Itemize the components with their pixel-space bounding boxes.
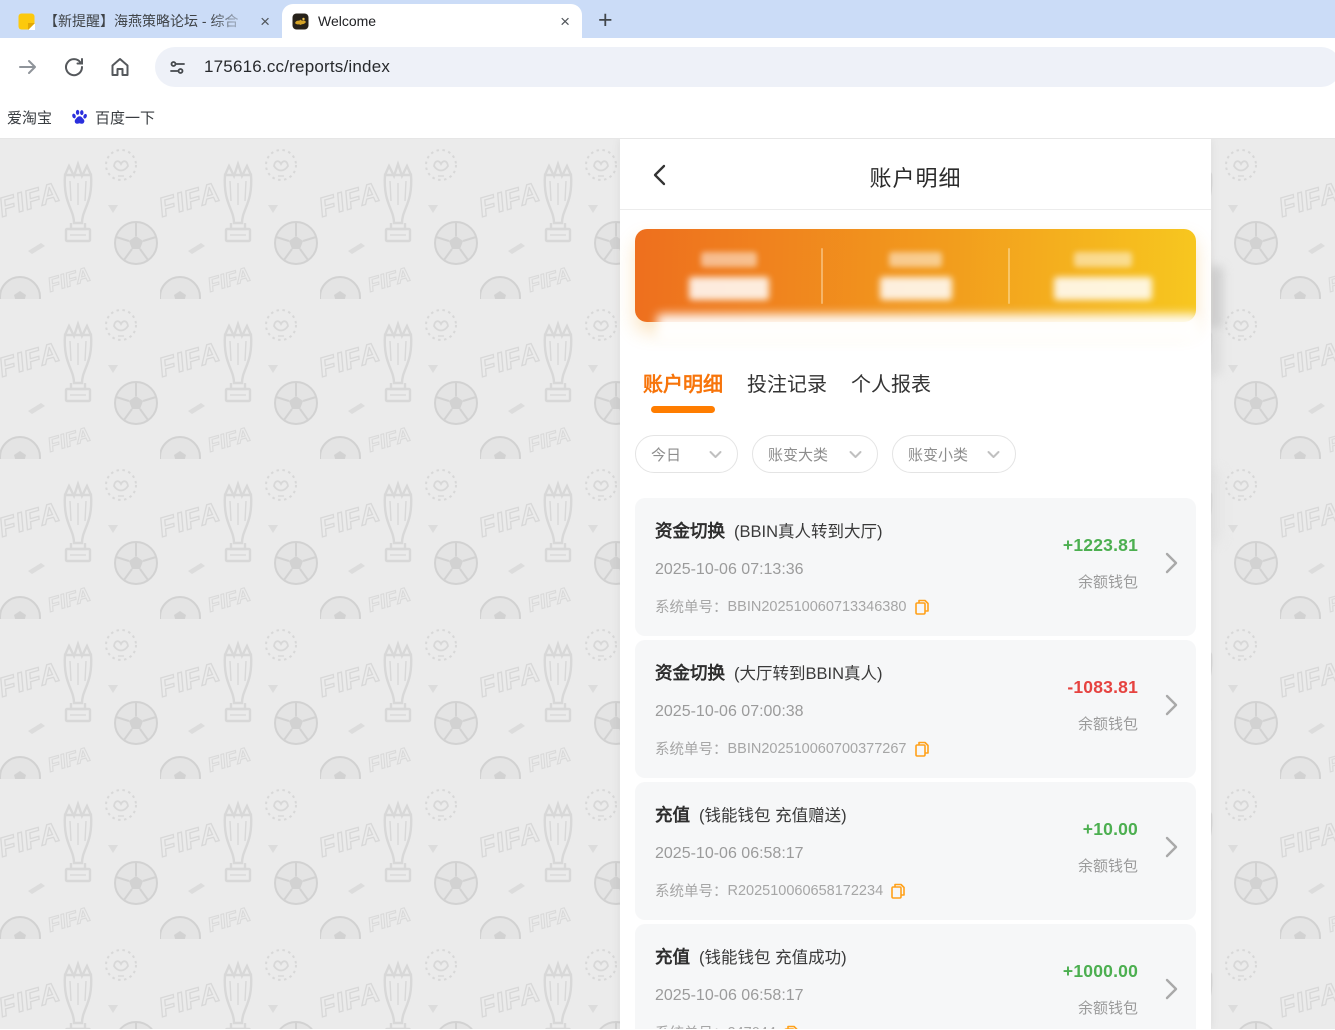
forward-arrow-icon[interactable]	[17, 56, 39, 78]
record-row[interactable]: 资金切换 (BBIN真人转到大厅) 2025-10-06 07:13:36 系统…	[635, 498, 1196, 636]
masked-label	[889, 252, 942, 267]
bookmarks-bar: 爱淘宝 百度一下	[0, 96, 1335, 139]
record-subtitle: (大厅转到BBIN真人)	[734, 660, 883, 684]
record-row[interactable]: 资金切换 (大厅转到BBIN真人) 2025-10-06 07:00:38 系统…	[635, 640, 1196, 778]
masked-stat-column	[635, 229, 822, 322]
record-order-label: 系统单号：	[655, 880, 728, 901]
copy-icon[interactable]	[784, 1025, 798, 1030]
blur-artifact	[657, 314, 1200, 342]
record-datetime: 2025-10-06 06:58:17	[655, 845, 1078, 863]
record-order-number: R202510060658172234	[728, 883, 884, 899]
record-datetime: 2025-10-06 07:13:36	[655, 561, 1063, 579]
record-subtitle: (钱能钱包 充值成功)	[699, 944, 847, 968]
record-type: 资金切换	[655, 518, 725, 543]
tab-strip: 【新提醒】海燕策略论坛 - 综合 × Welcome × +	[0, 0, 1335, 38]
tab-account-detail[interactable]: 账户明细	[643, 368, 723, 413]
filter-minor-type-dropdown[interactable]: 账变小类	[892, 435, 1016, 473]
record-datetime: 2025-10-06 07:00:38	[655, 703, 1067, 721]
record-wallet: 余额钱包	[1063, 571, 1138, 592]
record-type: 充值	[655, 944, 690, 969]
record-order-number: BBIN202510060700377267	[728, 741, 907, 757]
bookmark-label: 百度一下	[95, 107, 155, 128]
page-viewport: FIFA FIFA	[0, 139, 1335, 1029]
chevron-down-icon	[987, 450, 1000, 459]
record-subtitle: (BBIN真人转到大厅)	[734, 518, 883, 542]
record-wallet: 余额钱包	[1063, 997, 1138, 1018]
record-type: 资金切换	[655, 660, 725, 685]
chevron-down-icon	[849, 450, 862, 459]
tab-personal-report[interactable]: 个人报表	[851, 368, 931, 413]
record-list: 资金切换 (BBIN真人转到大厅) 2025-10-06 07:13:36 系统…	[635, 498, 1196, 1029]
record-row[interactable]: 充值 (钱能钱包 充值成功) 2025-10-06 06:58:17 系统单号：…	[635, 924, 1196, 1029]
filter-row: 今日 账变大类 账变小类	[620, 435, 1211, 473]
gold-emblem-icon	[292, 13, 309, 30]
record-amount: +10.00	[1078, 819, 1138, 840]
page-header: 账户明细	[620, 139, 1211, 210]
masked-value	[689, 277, 769, 300]
masked-label	[1074, 252, 1132, 267]
home-icon[interactable]	[109, 56, 131, 78]
record-type: 充值	[655, 802, 690, 827]
record-order-number: 247044	[728, 1025, 776, 1030]
address-bar[interactable]: 175616.cc/reports/index	[155, 47, 1335, 87]
bookmark-aitaobao[interactable]: 爱淘宝	[2, 107, 57, 128]
chevron-right-icon	[1165, 978, 1178, 1000]
record-wallet: 余额钱包	[1067, 713, 1138, 734]
page-title: 账户明细	[620, 161, 1211, 193]
new-tab-button[interactable]: +	[598, 8, 613, 33]
bookmark-baidu[interactable]: 百度一下	[66, 107, 160, 128]
record-wallet: 余额钱包	[1078, 855, 1138, 876]
record-order-label: 系统单号：	[655, 596, 728, 617]
masked-stat-column	[822, 229, 1009, 322]
url-text[interactable]: 175616.cc/reports/index	[204, 57, 390, 77]
filter-date-dropdown[interactable]: 今日	[635, 435, 738, 473]
tab-bet-records[interactable]: 投注记录	[747, 368, 827, 413]
masked-label	[701, 252, 757, 267]
tab-title: 【新提醒】海燕策略论坛 - 综合	[44, 11, 249, 31]
chevron-right-icon	[1165, 694, 1178, 716]
masked-value	[880, 277, 952, 300]
record-order-number: BBIN202510060713346380	[728, 599, 907, 615]
record-amount: -1083.81	[1067, 677, 1138, 698]
chevron-down-icon	[709, 450, 722, 459]
tab-title: Welcome	[318, 13, 549, 29]
chevron-right-icon	[1165, 552, 1178, 574]
balance-summary-card	[635, 229, 1196, 322]
reload-icon[interactable]	[63, 56, 85, 78]
close-icon[interactable]: ×	[558, 13, 572, 30]
close-icon[interactable]: ×	[258, 13, 272, 30]
browser-tab-forum[interactable]: 【新提醒】海燕策略论坛 - 综合 ×	[8, 4, 282, 38]
record-datetime: 2025-10-06 06:58:17	[655, 987, 1063, 1005]
filter-major-type-dropdown[interactable]: 账变大类	[752, 435, 878, 473]
masked-value	[1054, 277, 1152, 300]
browser-toolbar: 175616.cc/reports/index	[0, 38, 1335, 96]
blur-artifact	[1209, 266, 1223, 330]
bookmark-label: 爱淘宝	[7, 107, 52, 128]
record-amount: +1223.81	[1063, 535, 1138, 556]
section-tabs: 账户明细 投注记录 个人报表	[620, 368, 1211, 413]
copy-icon[interactable]	[891, 883, 905, 899]
site-settings-icon[interactable]	[168, 58, 187, 77]
record-order-label: 系统单号：	[655, 1022, 728, 1029]
record-amount: +1000.00	[1063, 961, 1138, 982]
masked-stat-column	[1009, 229, 1196, 322]
browser-tab-welcome[interactable]: Welcome ×	[282, 4, 582, 38]
record-row[interactable]: 充值 (钱能钱包 充值赠送) 2025-10-06 06:58:17 系统单号：…	[635, 782, 1196, 920]
copy-icon[interactable]	[915, 741, 929, 757]
yellow-note-icon	[18, 13, 35, 30]
account-detail-panel: 账户明细 账户明细 投注记录 个人报表 今日	[620, 139, 1211, 1029]
copy-icon[interactable]	[915, 599, 929, 615]
baidu-paw-icon	[71, 109, 88, 126]
chevron-right-icon	[1165, 836, 1178, 858]
record-order-label: 系统单号：	[655, 738, 728, 759]
record-subtitle: (钱能钱包 充值赠送)	[699, 802, 847, 826]
